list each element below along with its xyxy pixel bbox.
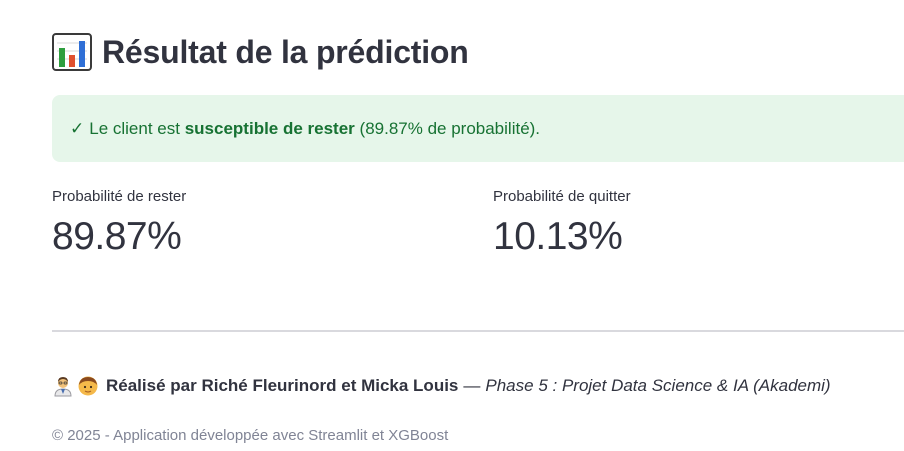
metric-value: 10.13% xyxy=(493,215,623,258)
credits-authors: Réalisé par Riché Fleurinord et Micka Lo… xyxy=(106,376,459,395)
credits-separator: — xyxy=(463,376,481,395)
check-icon: ✓ xyxy=(70,118,85,138)
horizontal-divider xyxy=(52,330,904,332)
prediction-page: Résultat de la prédiction ✓ Le client es… xyxy=(0,0,904,451)
credits-line: Réalisé par Riché Fleurinord et Micka Lo… xyxy=(52,375,831,397)
alert-text-before: Le client est xyxy=(89,118,180,138)
page-header: Résultat de la prédiction xyxy=(52,33,469,71)
success-alert: ✓ Le client est susceptible de rester (8… xyxy=(52,95,904,162)
metric-value: 89.87% xyxy=(52,215,182,258)
alert-text-after: (89.87% de probabilité). xyxy=(359,118,541,138)
metric-label: Probabilité de rester xyxy=(52,188,187,205)
alert-text-strong: susceptible de rester xyxy=(184,118,355,138)
metric-leave: Probabilité de quitter 10.13% xyxy=(493,188,631,259)
credits-project: Phase 5 : Projet Data Science & IA (Akad… xyxy=(485,376,831,395)
scientist-icon xyxy=(52,375,74,397)
person-icon xyxy=(77,375,99,397)
bar-chart-icon xyxy=(52,33,92,71)
page-title: Résultat de la prédiction xyxy=(102,33,469,70)
metric-label: Probabilité de quitter xyxy=(493,188,631,205)
metric-stay: Probabilité de rester 89.87% xyxy=(52,188,186,259)
copyright-text: © 2025 - Application développée avec Str… xyxy=(52,427,449,444)
